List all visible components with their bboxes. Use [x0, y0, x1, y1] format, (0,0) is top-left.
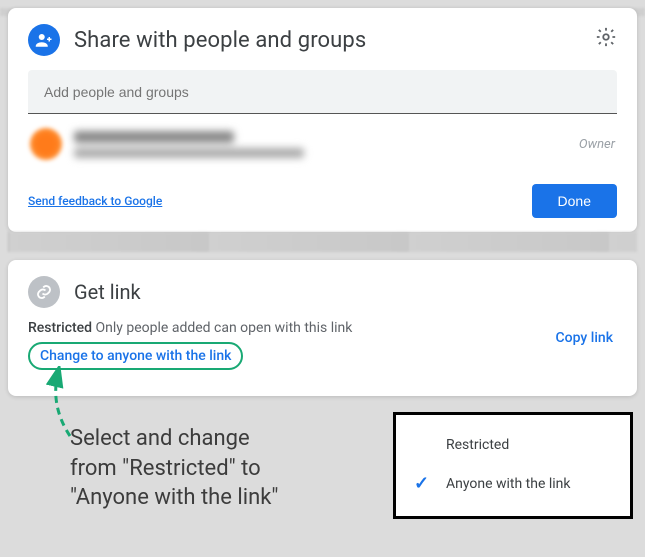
avatar [30, 128, 62, 160]
copy-link-button[interactable]: Copy link [556, 330, 613, 346]
add-people-field[interactable] [28, 70, 617, 114]
change-access-link[interactable]: Change to anyone with the link [28, 342, 243, 370]
get-link-header: Get link [28, 276, 617, 308]
dropdown-label: Anyone with the link [446, 476, 571, 492]
get-link-title: Get link [74, 280, 141, 304]
access-dropdown: Restricted ✓ Anyone with the link [393, 412, 633, 519]
dropdown-option-restricted[interactable]: Restricted [396, 427, 630, 463]
person-add-icon [28, 24, 60, 56]
annotation-line: "Anyone with the link" [70, 483, 278, 513]
add-people-input[interactable] [42, 83, 603, 101]
person-row: Owner [28, 114, 617, 160]
person-details [74, 131, 304, 158]
gear-icon[interactable] [595, 26, 617, 48]
annotation-line: from "Restricted" to [70, 454, 278, 484]
get-link-card: Get link Restricted Only people added ca… [8, 260, 637, 396]
annotation-text: Select and change from "Restricted" to "… [70, 424, 278, 513]
link-status-bold: Restricted [28, 320, 92, 336]
link-status-desc: Only people added can open with this lin… [92, 320, 352, 336]
annotation-line: Select and change [70, 424, 278, 454]
dropdown-option-anyone[interactable]: ✓ Anyone with the link [396, 463, 630, 504]
share-footer: Send feedback to Google Done [28, 184, 617, 218]
background-gap [8, 232, 637, 252]
share-card: Share with people and groups Owner Send … [8, 8, 637, 232]
share-title: Share with people and groups [74, 28, 366, 53]
link-status: Restricted Only people added can open wi… [28, 320, 617, 336]
role-label: Owner [579, 137, 615, 152]
dropdown-label: Restricted [446, 437, 509, 453]
done-button[interactable]: Done [532, 184, 617, 218]
link-icon [28, 276, 60, 308]
check-icon: ✓ [414, 473, 432, 494]
feedback-link[interactable]: Send feedback to Google [28, 194, 162, 208]
share-header: Share with people and groups [28, 24, 617, 56]
